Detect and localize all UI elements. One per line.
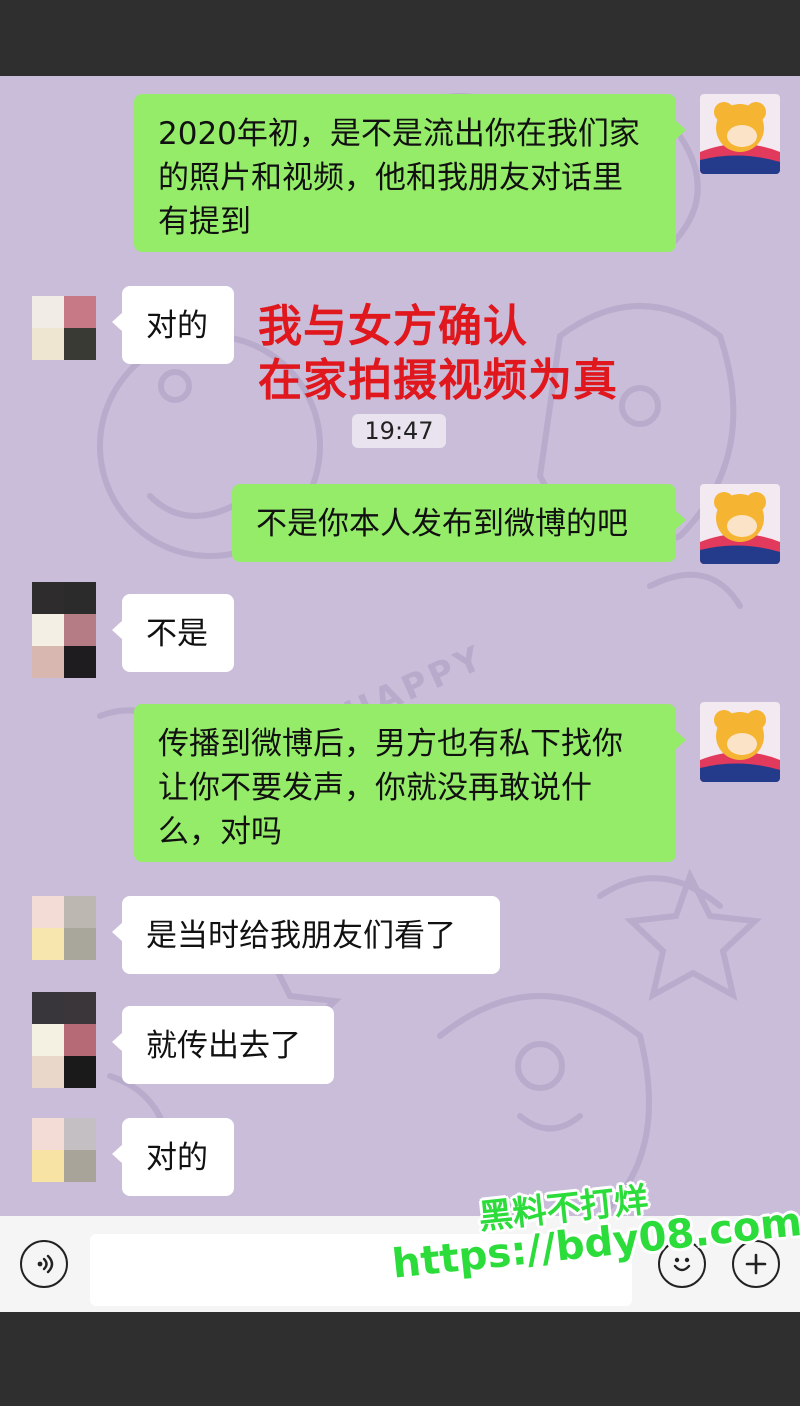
contact-avatar-pixelated[interactable] [32, 1118, 96, 1182]
contact-avatar-pixelated[interactable] [32, 992, 96, 1088]
voice-icon [37, 1254, 54, 1274]
message-text: 2020年初，是不是流出你在我们家的照片和视频，他和我朋友对话里有提到 [158, 116, 640, 240]
self-avatar[interactable] [700, 94, 780, 174]
message-text: 是当时给我朋友们看了 [146, 918, 456, 954]
contact-avatar-pixelated[interactable] [32, 896, 96, 960]
outgoing-message[interactable]: 传播到微博后，男方也有私下找你让你不要发声，你就没再敢说什么，对吗 [134, 704, 686, 862]
contact-avatar-pixelated[interactable] [32, 296, 96, 360]
avatar-image [700, 702, 780, 782]
pixelated-avatar [32, 582, 96, 678]
plus-icon [745, 1253, 767, 1275]
incoming-message[interactable]: 不是 [112, 594, 234, 672]
outgoing-message[interactable]: 2020年初，是不是流出你在我们家的照片和视频，他和我朋友对话里有提到 [134, 94, 686, 252]
incoming-message[interactable]: 是当时给我朋友们看了 [112, 896, 500, 974]
message-text: 不是 [146, 616, 208, 652]
incoming-message[interactable]: 对的 [112, 286, 234, 364]
message-text: 对的 [146, 1140, 208, 1176]
message-text: 对的 [146, 308, 208, 344]
red-annotation: 我与女方确认 在家拍摄视频为真 [258, 300, 618, 408]
self-avatar[interactable] [700, 702, 780, 782]
message-text: 就传出去了 [146, 1028, 301, 1064]
pixelated-avatar [32, 896, 96, 960]
message-text: 不是你本人发布到微博的吧 [256, 506, 628, 542]
annotation-line-1: 我与女方确认 [258, 301, 528, 352]
chat-area[interactable]: HAPPY 2020年初，是不是流出你在我们家的照片和视频，他和我朋友对话里有提… [0, 76, 800, 1216]
message-timestamp: 19:47 [352, 414, 446, 448]
avatar-image [700, 484, 780, 564]
avatar-image [700, 94, 780, 174]
incoming-message[interactable]: 就传出去了 [112, 1006, 334, 1084]
pixelated-avatar [32, 1118, 96, 1182]
message-text: 传播到微博后，男方也有私下找你让你不要发声，你就没再敢说什么，对吗 [158, 726, 623, 850]
contact-avatar-pixelated[interactable] [32, 582, 96, 678]
pixelated-avatar [32, 296, 96, 360]
outgoing-message[interactable]: 不是你本人发布到微博的吧 [232, 484, 686, 562]
voice-button[interactable] [20, 1240, 68, 1288]
annotation-line-2: 在家拍摄视频为真 [258, 355, 618, 406]
incoming-message[interactable]: 对的 [112, 1118, 234, 1196]
self-avatar[interactable] [700, 484, 780, 564]
pixelated-avatar [32, 992, 96, 1088]
